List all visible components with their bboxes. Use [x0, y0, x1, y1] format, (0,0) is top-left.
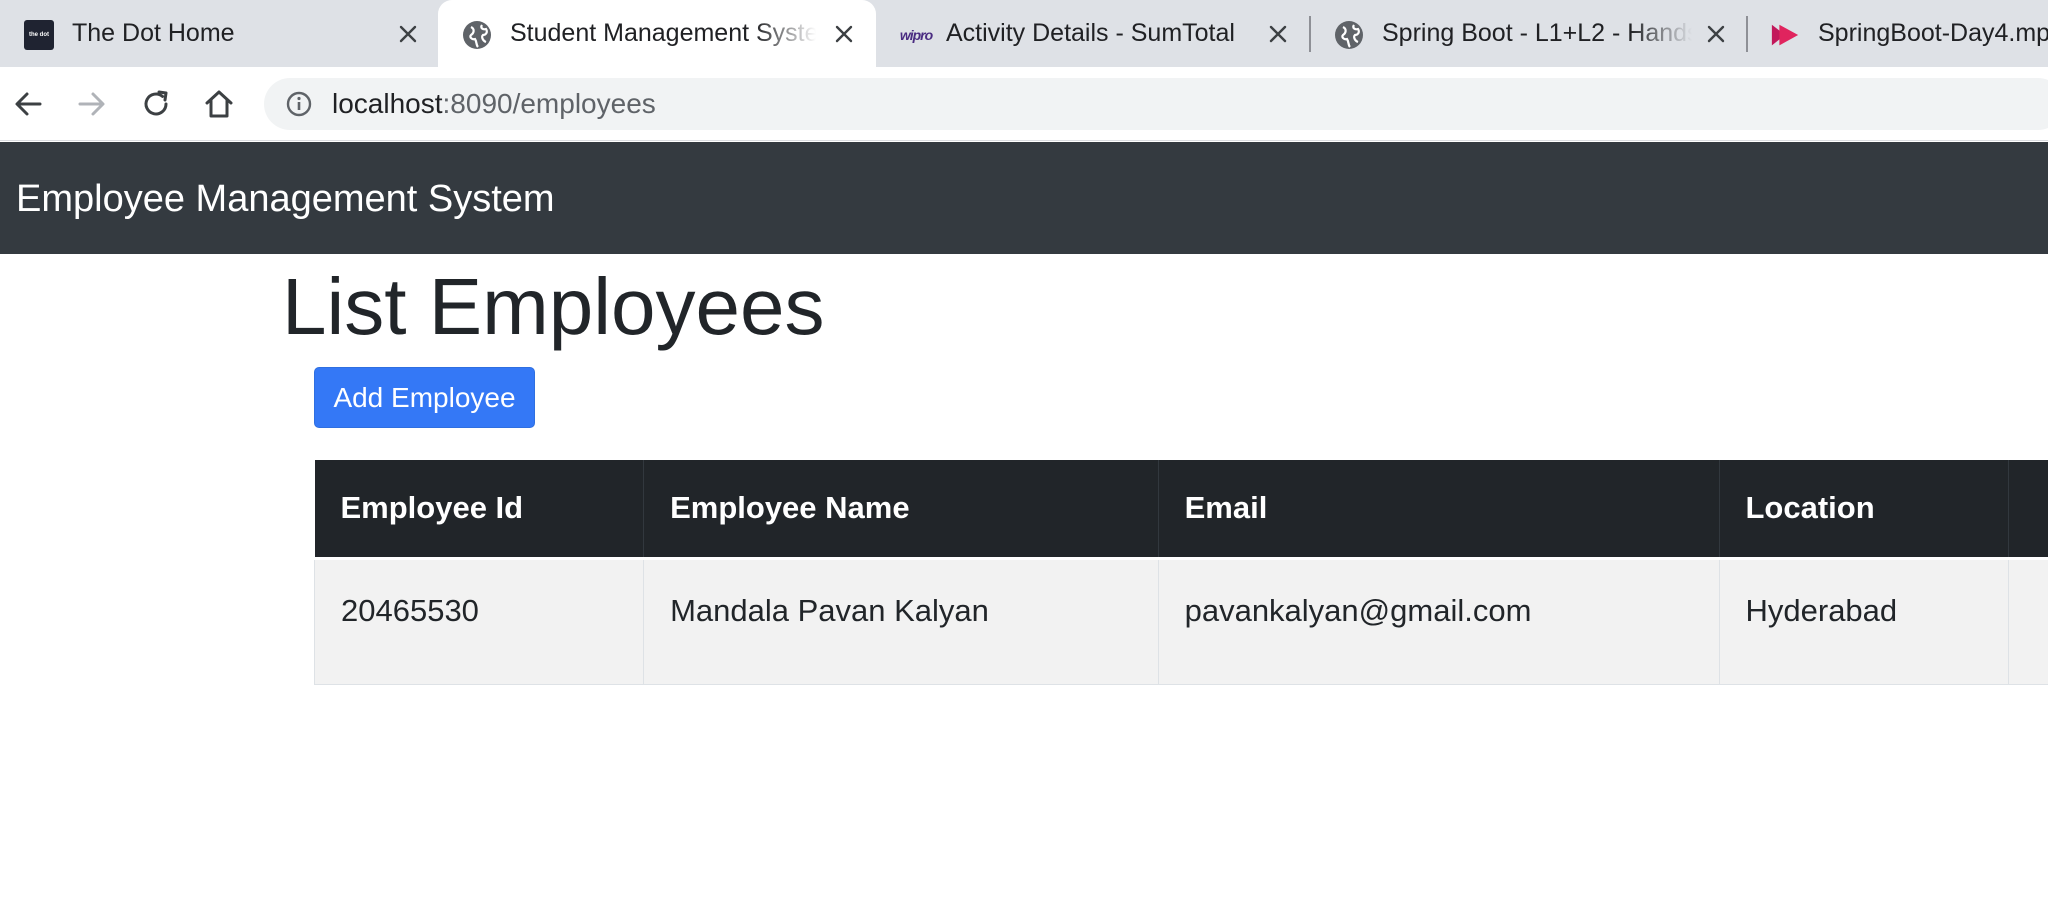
- column-header: Employee Name: [643, 460, 1159, 560]
- url-path: :8090/employees: [442, 88, 656, 119]
- table-cell-employee-name: Mandala Pavan Kalyan: [643, 558, 1159, 685]
- tab-title: Activity Details - SumTotal: [946, 19, 1235, 47]
- page-title: List Employees: [282, 262, 825, 351]
- url-host: localhost: [332, 88, 443, 119]
- tab-spring-boot-hands-on[interactable]: Spring Boot - L1+L2 - Hands-on: [1312, 0, 1746, 67]
- home-icon[interactable]: [201, 86, 237, 122]
- column-header-overflow: [2007, 460, 2048, 560]
- close-tab-icon[interactable]: [1264, 20, 1292, 48]
- site-info-icon[interactable]: [286, 91, 312, 117]
- play-icon: [1770, 20, 1800, 50]
- close-tab-icon[interactable]: [1702, 20, 1730, 48]
- tab-the-dot-home[interactable]: the dot The Dot Home: [0, 0, 436, 67]
- table-cell-employee-id: 20465530: [313, 558, 644, 685]
- column-header: Email: [1157, 460, 1719, 560]
- app-navbar: Employee Management System: [0, 142, 2048, 254]
- column-header: Employee Id: [314, 460, 644, 560]
- thedot-logo-icon: the dot: [24, 20, 54, 50]
- table-row: 20465530 Mandala Pavan Kalyan pavankalya…: [313, 558, 2048, 685]
- globe-icon: [462, 20, 492, 50]
- tab-separator: [1309, 16, 1311, 52]
- forward-icon[interactable]: [74, 86, 110, 122]
- table-cell-overflow: [2007, 558, 2048, 685]
- back-icon[interactable]: [10, 86, 46, 122]
- table-cell-email: pavankalyan@gmail.com: [1157, 558, 1719, 685]
- tab-springboot-day4[interactable]: SpringBoot-Day4.mp4: [1748, 0, 2048, 67]
- close-tab-icon[interactable]: [830, 20, 858, 48]
- tab-activity-details[interactable]: wipro Activity Details - SumTotal: [878, 0, 1308, 67]
- employees-table: Employee Id Employee Name Email Location…: [313, 460, 2048, 685]
- url-text[interactable]: localhost:8090/employees: [332, 87, 656, 121]
- table-header-row: Employee Id Employee Name Email Location: [314, 460, 2048, 560]
- wipro-logo-icon: wipro: [899, 27, 933, 43]
- tab-title: Spring Boot - L1+L2 - Hands-on: [1382, 19, 1692, 47]
- table-cell-location: Hyderabad: [1718, 558, 2009, 685]
- reload-icon[interactable]: [138, 86, 174, 122]
- address-bar[interactable]: localhost:8090/employees: [264, 78, 2048, 130]
- globe-icon: [1334, 20, 1364, 50]
- add-employee-button[interactable]: Add Employee: [314, 367, 535, 428]
- column-header: Location: [1718, 460, 2009, 560]
- browser-tab-strip: the dot The Dot Home Student Management …: [0, 0, 2048, 67]
- close-tab-icon[interactable]: [394, 20, 422, 48]
- browser-toolbar: localhost:8090/employees: [0, 67, 2048, 141]
- tab-title: Student Management System: [510, 19, 816, 47]
- tab-title: The Dot Home: [72, 19, 235, 47]
- tab-title: SpringBoot-Day4.mp4: [1818, 19, 2048, 47]
- tab-student-management-system[interactable]: Student Management System: [438, 0, 876, 67]
- navbar-brand[interactable]: Employee Management System: [16, 177, 555, 221]
